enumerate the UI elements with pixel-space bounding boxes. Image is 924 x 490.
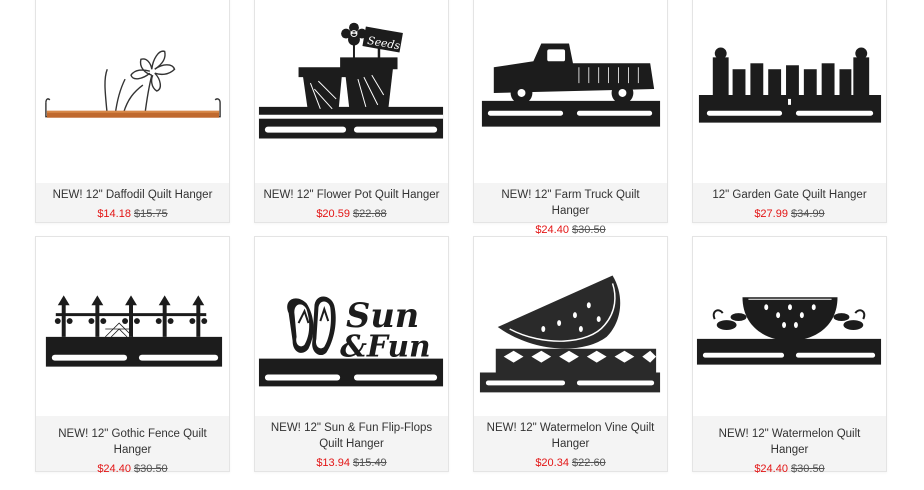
original-price: $30.50 bbox=[572, 224, 606, 236]
product-prices: $13.94 $15.49 bbox=[263, 452, 440, 474]
farm-truck-hanger-icon bbox=[481, 43, 661, 127]
product-info: NEW! 12" Watermelon Vine Quilt Hanger $2… bbox=[474, 416, 667, 471]
sale-price: $27.99 bbox=[754, 208, 788, 220]
product-name[interactable]: 12" Garden Gate Quilt Hanger bbox=[701, 187, 878, 203]
product-prices: $14.18 $15.75 bbox=[44, 203, 221, 225]
sale-price: $13.94 bbox=[316, 457, 350, 469]
product-info: NEW! 12" Farm Truck Quilt Hanger $24.40 … bbox=[474, 183, 667, 236]
product-image-garden-gate[interactable] bbox=[693, 0, 886, 183]
product-image-watermelon[interactable] bbox=[693, 237, 886, 416]
product-info: NEW! 12" Gothic Fence Quilt Hanger $24.4… bbox=[36, 416, 229, 475]
watermelon-vine-hanger-icon bbox=[479, 275, 661, 393]
product-name[interactable]: NEW! 12" Farm Truck Quilt Hanger bbox=[482, 187, 659, 219]
watermelon-hanger-icon bbox=[696, 297, 882, 365]
product-image-daffodil[interactable] bbox=[36, 0, 229, 183]
original-price: $15.49 bbox=[353, 457, 387, 469]
product-name[interactable]: NEW! 12" Sun & Fun Flip-Flops Quilt Hang… bbox=[263, 420, 440, 452]
product-prices: $20.59 $22.88 bbox=[263, 203, 440, 225]
sale-price: $14.18 bbox=[97, 208, 131, 220]
product-prices: $24.40 $30.50 bbox=[701, 458, 878, 480]
product-name[interactable]: NEW! 12" Watermelon Vine Quilt Hanger bbox=[482, 420, 659, 452]
product-card-sun-fun[interactable]: Sun &Fun NEW! 12" Sun & Fun Flip-Flops Q… bbox=[254, 236, 449, 472]
product-image-watermelon-vine[interactable] bbox=[474, 237, 667, 416]
original-price: $30.50 bbox=[134, 463, 168, 475]
original-price: $22.60 bbox=[572, 457, 606, 469]
product-card-farm-truck[interactable]: NEW! 12" Farm Truck Quilt Hanger $24.40 … bbox=[473, 0, 668, 236]
product-info: NEW! 12" Sun & Fun Flip-Flops Quilt Hang… bbox=[255, 416, 448, 471]
original-price: $30.50 bbox=[791, 463, 825, 475]
product-card-garden-gate[interactable]: 12" Garden Gate Quilt Hanger $27.99 $34.… bbox=[692, 0, 887, 223]
product-info: NEW! 12" Watermelon Quilt Hanger $24.40 … bbox=[693, 416, 886, 475]
product-prices: $27.99 $34.99 bbox=[701, 203, 878, 225]
product-info: NEW! 12" Daffodil Quilt Hanger $14.18 $1… bbox=[36, 183, 229, 222]
product-name[interactable]: NEW! 12" Flower Pot Quilt Hanger bbox=[263, 187, 440, 203]
product-name[interactable]: NEW! 12" Watermelon Quilt Hanger bbox=[701, 426, 878, 458]
sale-price: $24.40 bbox=[97, 463, 131, 475]
original-price: $22.88 bbox=[353, 208, 387, 220]
garden-gate-hanger-icon bbox=[698, 47, 882, 123]
flip-flops-hanger-icon: Sun &Fun bbox=[258, 295, 444, 387]
product-card-gothic-fence[interactable]: NEW! 12" Gothic Fence Quilt Hanger $24.4… bbox=[35, 236, 230, 475]
product-prices: $20.34 $22.60 bbox=[482, 452, 659, 474]
gothic-fence-hanger-icon bbox=[45, 295, 223, 367]
product-card-watermelon-vine[interactable]: NEW! 12" Watermelon Vine Quilt Hanger $2… bbox=[473, 236, 668, 472]
svg-text:&Fun: &Fun bbox=[340, 330, 431, 365]
product-image-farm-truck[interactable] bbox=[474, 0, 667, 183]
sale-price: $24.40 bbox=[535, 224, 569, 236]
product-card-watermelon[interactable]: NEW! 12" Watermelon Quilt Hanger $24.40 … bbox=[692, 236, 887, 475]
original-price: $34.99 bbox=[791, 208, 825, 220]
flower-pot-hanger-icon: Seeds bbox=[258, 22, 444, 139]
daffodil-hanger-icon bbox=[45, 50, 221, 118]
product-image-sun-fun[interactable]: Sun &Fun bbox=[255, 237, 448, 416]
sale-price: $20.34 bbox=[535, 457, 569, 469]
product-card-flower-pot[interactable]: Seeds NEW! 12" Flower Pot Quilt Hanger $… bbox=[254, 0, 449, 223]
sale-price: $24.40 bbox=[754, 463, 788, 475]
product-name[interactable]: NEW! 12" Daffodil Quilt Hanger bbox=[44, 187, 221, 203]
product-prices: $24.40 $30.50 bbox=[44, 458, 221, 480]
product-info: 12" Garden Gate Quilt Hanger $27.99 $34.… bbox=[693, 183, 886, 222]
product-image-gothic-fence[interactable] bbox=[36, 237, 229, 416]
sale-price: $20.59 bbox=[316, 208, 350, 220]
original-price: $15.75 bbox=[134, 208, 168, 220]
product-card-daffodil[interactable]: NEW! 12" Daffodil Quilt Hanger $14.18 $1… bbox=[35, 0, 230, 223]
product-name[interactable]: NEW! 12" Gothic Fence Quilt Hanger bbox=[44, 426, 221, 458]
product-image-flower-pot[interactable]: Seeds bbox=[255, 0, 448, 183]
product-grid: NEW! 12" Daffodil Quilt Hanger $14.18 $1… bbox=[0, 0, 924, 490]
product-info: NEW! 12" Flower Pot Quilt Hanger $20.59 … bbox=[255, 183, 448, 222]
